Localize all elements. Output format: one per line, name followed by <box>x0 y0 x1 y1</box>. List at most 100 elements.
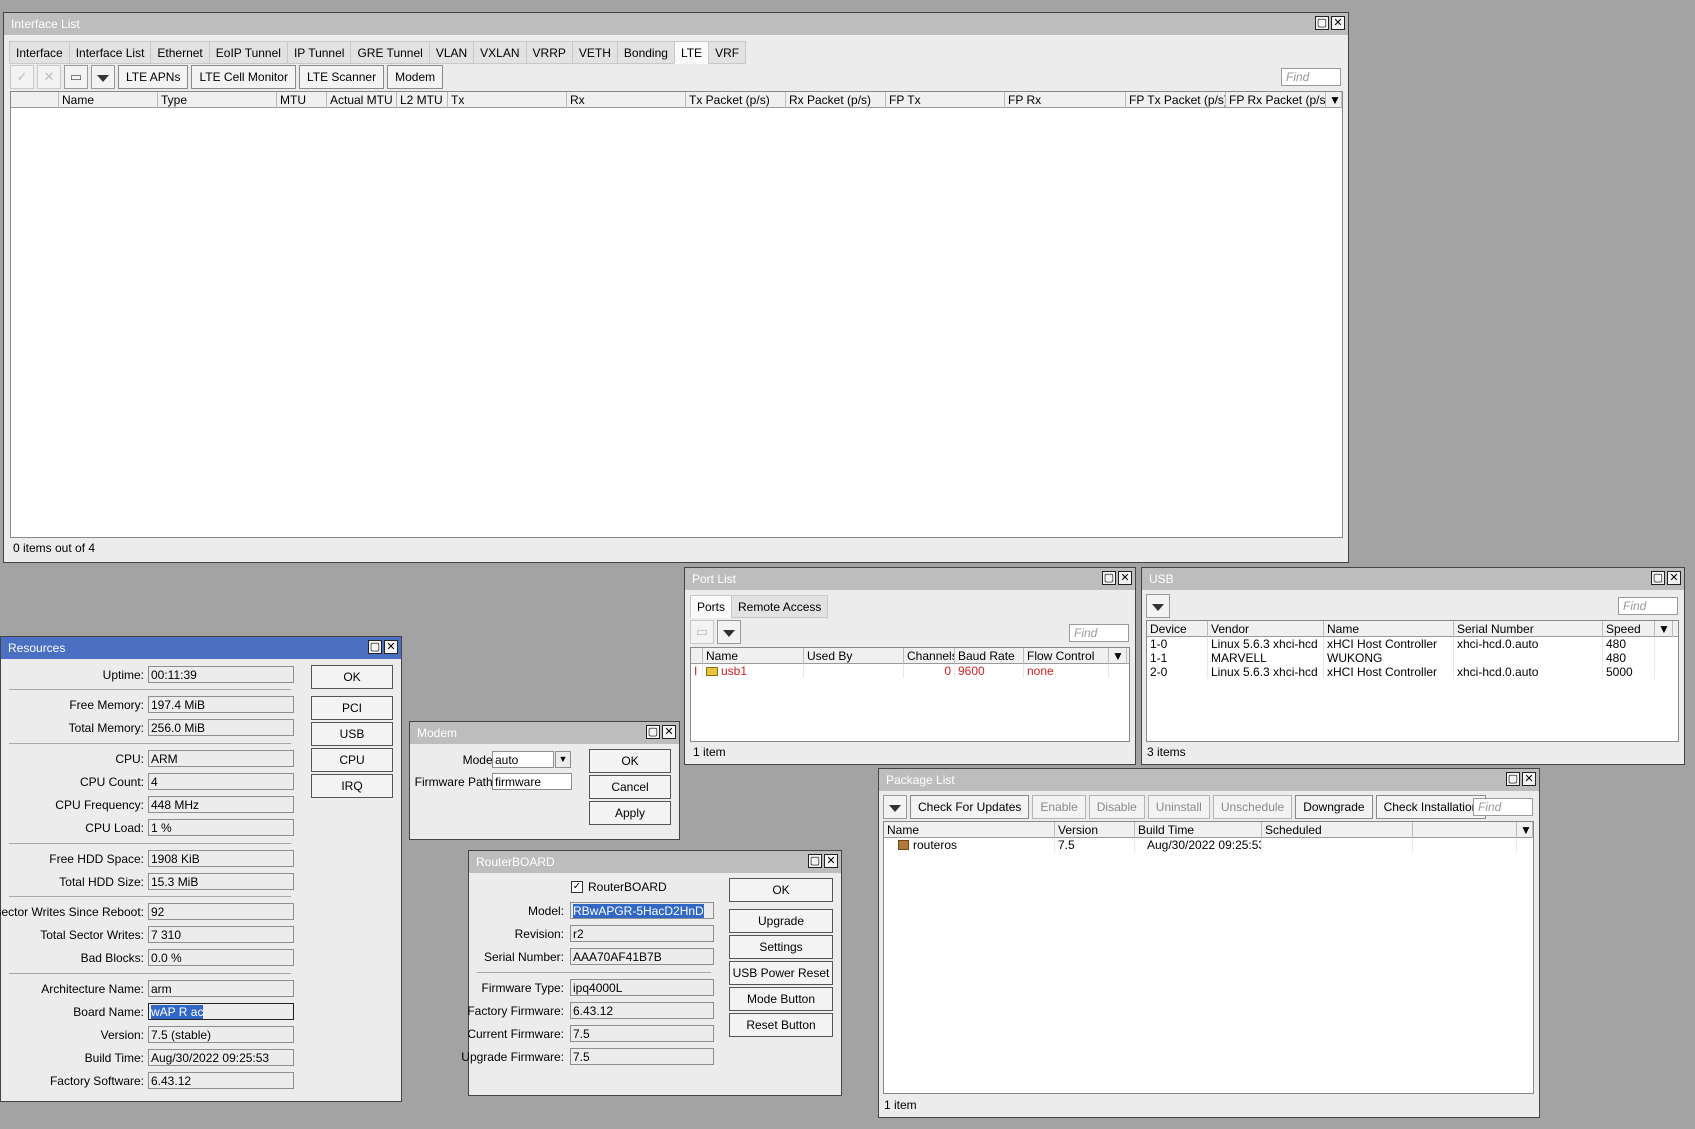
table-row[interactable]: 1-1 MARVELL WUKONG 480 <box>1147 651 1678 665</box>
model-value[interactable]: RBwAPGR-5HacD2HnD <box>570 902 714 919</box>
comment-icon[interactable]: ▭ <box>690 620 714 644</box>
tab-interface-list[interactable]: Interface List <box>68 41 152 64</box>
maximize-icon[interactable]: ▢ <box>368 640 382 654</box>
column-header[interactable]: Rx <box>567 92 686 108</box>
column-header[interactable]: Flow Control <box>1024 648 1109 664</box>
firmware-path-input[interactable]: firmware <box>492 773 572 790</box>
find-input[interactable]: Find <box>1473 798 1533 816</box>
lte-cell-monitor-button[interactable]: LTE Cell Monitor <box>191 65 296 89</box>
close-icon[interactable]: ✕ <box>1522 772 1536 786</box>
checkbox-checked-icon[interactable]: ✓ <box>571 881 583 893</box>
column-menu-icon[interactable]: ▼ <box>1109 648 1127 664</box>
tab-interface[interactable]: Interface <box>9 41 70 64</box>
column-header[interactable]: Name <box>703 648 804 664</box>
table-row[interactable]: 1-0 Linux 5.6.3 xhci-hcd xHCI Host Contr… <box>1147 637 1678 651</box>
column-header[interactable]: FP Tx <box>886 92 1005 108</box>
maximize-icon[interactable]: ▢ <box>1102 571 1116 585</box>
column-header[interactable]: FP Rx Packet (p/s) <box>1226 92 1326 108</box>
tab-remote-access[interactable]: Remote Access <box>731 595 829 618</box>
column-header[interactable]: Type <box>158 92 277 108</box>
tab-bonding[interactable]: Bonding <box>616 41 675 64</box>
apply-button[interactable]: Apply <box>589 801 671 825</box>
tab-ethernet[interactable]: Ethernet <box>150 41 210 64</box>
ok-button[interactable]: OK <box>729 878 833 902</box>
title-bar[interactable]: Resources ▢ ✕ <box>1 637 401 659</box>
mode-select[interactable]: auto <box>492 751 554 768</box>
settings-button[interactable]: Settings <box>729 935 833 959</box>
find-input[interactable]: Find <box>1069 624 1129 642</box>
column-header[interactable]: Rx Packet (p/s) <box>786 92 886 108</box>
comment-icon[interactable]: ▭ <box>64 65 88 89</box>
column-header[interactable]: Baud Rate <box>955 648 1024 664</box>
enable-button[interactable]: Enable <box>1032 795 1086 819</box>
filter-icon[interactable] <box>717 620 741 644</box>
filter-icon[interactable] <box>883 795 907 819</box>
maximize-icon[interactable]: ▢ <box>808 854 822 868</box>
mode-dropdown-icon[interactable]: ▼ <box>555 751 571 768</box>
maximize-icon[interactable]: ▢ <box>1315 16 1329 30</box>
mode-button-button[interactable]: Mode Button <box>729 987 833 1011</box>
column-header[interactable]: MTU <box>277 92 327 108</box>
close-icon[interactable]: ✕ <box>1331 16 1345 30</box>
tab-vrrp[interactable]: VRRP <box>525 41 573 64</box>
reset-button-button[interactable]: Reset Button <box>729 1013 833 1037</box>
ok-button[interactable]: OK <box>311 665 393 689</box>
column-header[interactable]: Version <box>1055 822 1135 838</box>
close-icon[interactable]: ✕ <box>662 725 676 739</box>
tab-ports[interactable]: Ports <box>690 595 733 618</box>
table-row[interactable]: 2-0 Linux 5.6.3 xhci-hcd xHCI Host Contr… <box>1147 665 1678 679</box>
title-bar[interactable]: Interface List ▢ ✕ <box>4 13 1348 35</box>
column-header[interactable]: Speed <box>1603 621 1655 637</box>
filter-icon[interactable] <box>91 65 115 89</box>
cpu-button[interactable]: CPU <box>311 748 393 772</box>
close-icon[interactable]: ✕ <box>1118 571 1132 585</box>
title-bar[interactable]: Package List ▢ ✕ <box>879 769 1539 791</box>
table-row[interactable]: I usb1 0 9600 none <box>691 664 1129 678</box>
check-installation-button[interactable]: Check Installation <box>1375 795 1487 819</box>
tab-vlan[interactable]: VLAN <box>428 41 475 64</box>
title-bar[interactable]: Port List ▢ ✕ <box>685 568 1135 590</box>
title-bar[interactable]: USB ▢ ✕ <box>1142 568 1684 590</box>
column-header[interactable]: Channels <box>904 648 955 664</box>
find-input[interactable]: Find <box>1618 597 1678 615</box>
column-header[interactable]: FP Rx <box>1005 92 1126 108</box>
column-header[interactable]: FP Tx Packet (p/s) <box>1126 92 1226 108</box>
column-header[interactable]: Serial Number <box>1454 621 1603 637</box>
uninstall-button[interactable]: Uninstall <box>1147 795 1210 819</box>
column-header[interactable]: Name <box>59 92 158 108</box>
tab-ip-tunnel[interactable]: IP Tunnel <box>286 41 352 64</box>
enable-icon[interactable]: ✓ <box>10 65 34 89</box>
tab-gre-tunnel[interactable]: GRE Tunnel <box>350 41 430 64</box>
column-header[interactable]: Used By <box>804 648 904 664</box>
lte-apns-button[interactable]: LTE APNs <box>118 65 189 89</box>
tab-vxlan[interactable]: VXLAN <box>473 41 527 64</box>
pci-button[interactable]: PCI <box>311 696 393 720</box>
board-name-value[interactable]: wAP R ac <box>148 1003 294 1020</box>
column-menu-icon[interactable]: ▼ <box>1517 822 1533 838</box>
title-bar[interactable]: Modem ▢ ✕ <box>410 722 679 744</box>
column-header[interactable]: Actual MTU <box>327 92 397 108</box>
close-icon[interactable]: ✕ <box>824 854 838 868</box>
downgrade-button[interactable]: Downgrade <box>1295 795 1373 819</box>
cancel-button[interactable]: Cancel <box>589 775 671 799</box>
maximize-icon[interactable]: ▢ <box>1651 571 1665 585</box>
column-header[interactable]: Name <box>1324 621 1454 637</box>
routerboard-checkbox[interactable]: ✓ RouterBOARD <box>571 880 667 894</box>
close-icon[interactable]: ✕ <box>384 640 398 654</box>
usb-button[interactable]: USB <box>311 722 393 746</box>
disable-icon[interactable]: ✕ <box>37 65 61 89</box>
tab-lte[interactable]: LTE <box>673 41 710 64</box>
column-header[interactable]: Build Time <box>1135 822 1262 838</box>
tab-eoip-tunnel[interactable]: EoIP Tunnel <box>208 41 288 64</box>
table-row[interactable]: routeros 7.5 Aug/30/2022 09:25:53 <box>884 838 1533 852</box>
column-header[interactable]: Tx Packet (p/s) <box>686 92 786 108</box>
column-header[interactable]: Name <box>884 822 1055 838</box>
lte-scanner-button[interactable]: LTE Scanner <box>298 65 385 89</box>
check-for-updates-button[interactable]: Check For Updates <box>910 795 1030 819</box>
usb-power-reset-button[interactable]: USB Power Reset <box>729 961 833 985</box>
ok-button[interactable]: OK <box>589 749 671 773</box>
close-icon[interactable]: ✕ <box>1667 571 1681 585</box>
column-header[interactable]: Scheduled <box>1262 822 1413 838</box>
unschedule-button[interactable]: Unschedule <box>1212 795 1293 819</box>
maximize-icon[interactable]: ▢ <box>1506 772 1520 786</box>
